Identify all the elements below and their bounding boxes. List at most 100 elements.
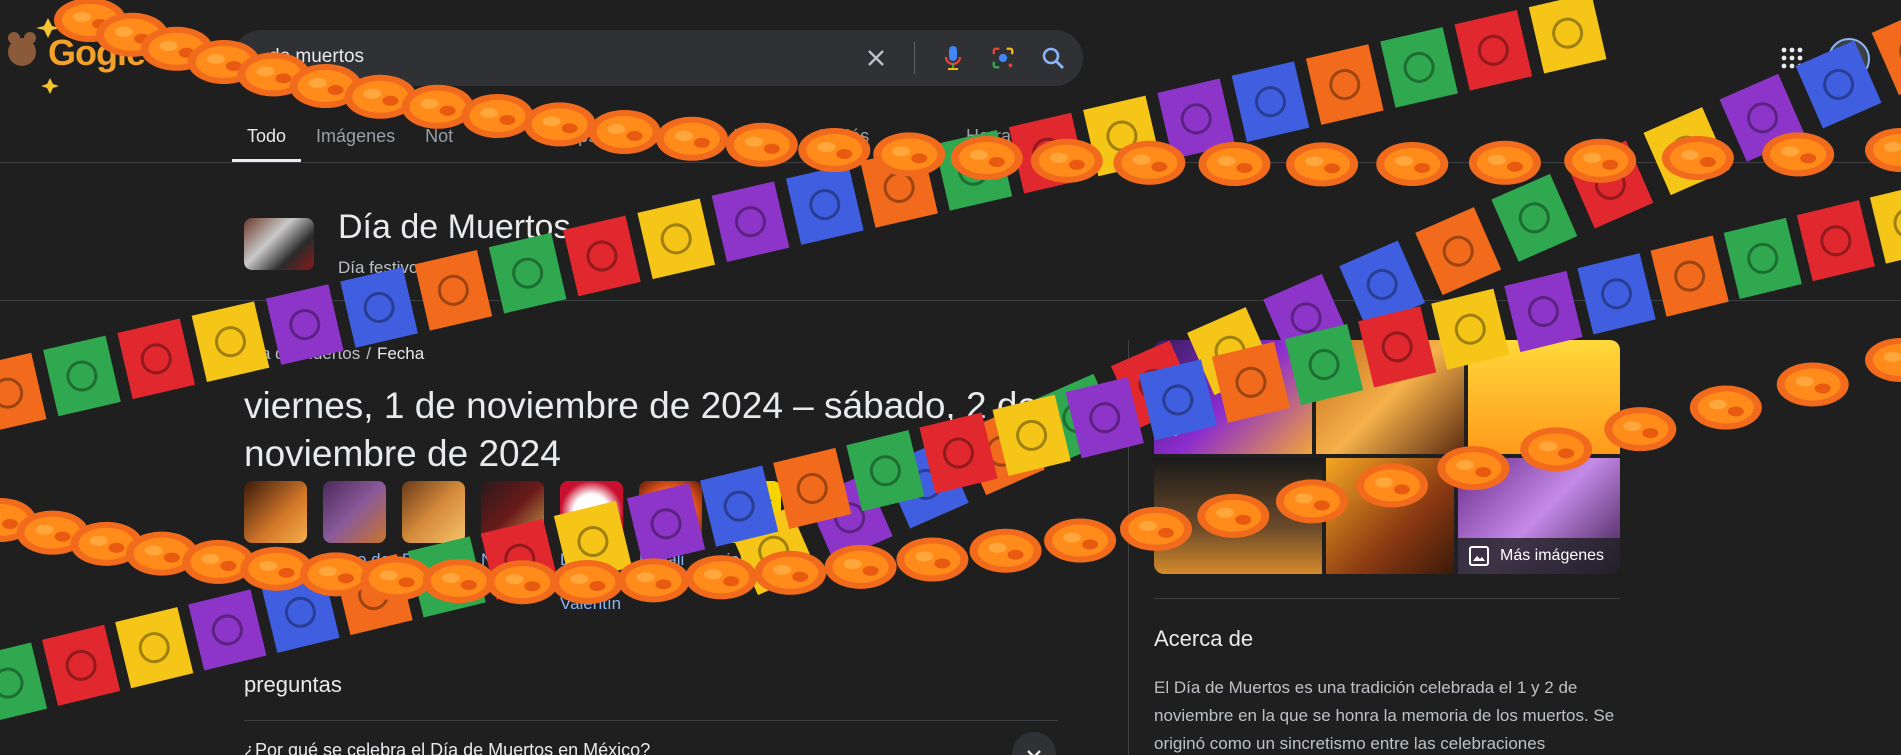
holiday-label: Día de San Valentín bbox=[560, 550, 622, 613]
marigold-flower bbox=[969, 528, 1042, 573]
papel-picado-cutout bbox=[140, 343, 172, 375]
papel-picado-cutout bbox=[1106, 120, 1138, 152]
marigold-flower bbox=[125, 531, 198, 576]
papel-picado-cutout bbox=[1893, 207, 1901, 239]
divider bbox=[244, 720, 1058, 721]
holiday-thumbnail: BLACK FRIDAY bbox=[718, 481, 781, 543]
tab-shopping[interactable]: Shopping bbox=[612, 112, 718, 162]
column-divider bbox=[1128, 340, 1129, 755]
about-title: Acerca de bbox=[1154, 626, 1254, 651]
tab-libros[interactable]: Libros bbox=[718, 112, 797, 162]
papel-picado-flag bbox=[806, 473, 893, 562]
divider bbox=[0, 300, 1901, 301]
close-icon[interactable] bbox=[864, 46, 888, 70]
tab-mas[interactable]: ⋮ Más bbox=[797, 112, 884, 162]
papel-picado-cutout bbox=[512, 257, 544, 289]
papel-picado-flag bbox=[1339, 240, 1426, 329]
avatar[interactable] bbox=[1828, 38, 1870, 80]
search-tabs: Todo Imágenes Not Maps Shopping Libros ⋮… bbox=[232, 112, 884, 162]
paa-question[interactable]: ¿Por qué se celebra el Día de Muertos en… bbox=[244, 740, 650, 755]
papel-picado-flag bbox=[1083, 95, 1161, 177]
papel-picado-cutout bbox=[1329, 69, 1361, 101]
papel-picado-cutout bbox=[1820, 225, 1852, 257]
holiday-label: Hallowe bbox=[244, 550, 305, 569]
papel-picado-cutout bbox=[957, 154, 989, 186]
tab-todo[interactable]: Todo bbox=[232, 112, 302, 162]
tab-hidden[interactable] bbox=[468, 112, 538, 162]
papel-picado-flag bbox=[1723, 217, 1802, 300]
papel-picado-cutout bbox=[289, 309, 321, 341]
tab-imagenes[interactable]: Imágenes bbox=[301, 112, 410, 162]
expand-button[interactable] bbox=[1012, 732, 1056, 755]
more-options-icon[interactable]: ⋮ bbox=[436, 256, 454, 277]
papel-picado-cutout bbox=[1670, 135, 1702, 167]
breadcrumb-separator: / bbox=[366, 344, 371, 363]
gallery-image[interactable] bbox=[1316, 340, 1464, 454]
apps-icon[interactable] bbox=[1780, 46, 1804, 70]
papel-picado-cutout bbox=[883, 171, 915, 203]
more-images-button[interactable]: Más imágenes bbox=[1454, 538, 1620, 574]
tools-button[interactable]: Herramientas bbox=[966, 126, 1074, 147]
papel-picado-cutout bbox=[586, 240, 618, 272]
papel-picado-cutout bbox=[735, 206, 767, 238]
papel-picado-cutout bbox=[1594, 168, 1626, 200]
papel-picado-flag bbox=[1869, 182, 1901, 264]
gallery-image[interactable] bbox=[1154, 458, 1322, 574]
search-icon[interactable] bbox=[1041, 46, 1065, 70]
papel-picado-cutout bbox=[1518, 202, 1550, 234]
holiday-item[interactable]: Navidad bbox=[481, 481, 544, 615]
marigold-flower bbox=[1198, 142, 1271, 186]
papel-picado-flag bbox=[340, 267, 418, 348]
holiday-thumbnail bbox=[244, 481, 307, 543]
holiday-thumbnail bbox=[481, 481, 544, 543]
papel-picado-cutout bbox=[0, 377, 24, 409]
lens-icon[interactable] bbox=[991, 46, 1015, 70]
people-also-ask-title: preguntas bbox=[244, 672, 342, 697]
tab-noticias[interactable]: Not bbox=[410, 112, 468, 162]
holiday-item[interactable]: Día de San Valentín bbox=[560, 481, 623, 615]
papel-picado-flag bbox=[1528, 0, 1607, 74]
entity-thumbnail[interactable] bbox=[244, 218, 314, 270]
marigold-flower bbox=[1286, 142, 1359, 187]
marigold-flower bbox=[1564, 138, 1637, 183]
holiday-item[interactable]: Cinco de bbox=[323, 481, 390, 615]
papel-picado-flag bbox=[117, 318, 196, 400]
breadcrumb-root[interactable]: Día de Muertos bbox=[244, 344, 360, 363]
entity-title: Día de Muertos bbox=[338, 208, 571, 246]
papel-picado-cutout bbox=[1180, 103, 1212, 135]
papel-picado-cutout bbox=[1366, 268, 1398, 300]
papel-picado-flag bbox=[1415, 207, 1502, 296]
image-icon bbox=[1469, 546, 1489, 566]
search-box[interactable]: de muertos bbox=[233, 30, 1083, 86]
papel-picado-cutout bbox=[215, 326, 247, 358]
papel-picado-flag bbox=[1231, 61, 1310, 143]
holiday-item[interactable]: Día de Acción bbox=[402, 481, 465, 615]
papel-picado-cutout bbox=[1089, 402, 1121, 434]
holiday-label: Cinco de bbox=[323, 550, 391, 569]
papel-picado-flag bbox=[637, 198, 716, 280]
holiday-item[interactable]: Diwali bbox=[639, 481, 702, 615]
papel-picado-cutout bbox=[1674, 260, 1706, 292]
papel-picado-flag bbox=[1796, 200, 1875, 282]
papel-picado-flag bbox=[711, 181, 790, 263]
gallery-image[interactable] bbox=[1326, 458, 1454, 574]
marigold-flower bbox=[1661, 136, 1734, 180]
holiday-item[interactable]: BLACK FRIDAY viernes negro bbox=[718, 481, 781, 615]
papel-picado-flag bbox=[115, 607, 194, 689]
papel-picado-flag bbox=[43, 335, 121, 417]
logo-text: Gogle bbox=[48, 32, 146, 73]
holiday-thumbnail bbox=[560, 481, 623, 543]
papel-picado-flag bbox=[1008, 112, 1087, 194]
papel-picado-cutout bbox=[65, 649, 97, 681]
holiday-label: Navidad bbox=[481, 550, 544, 569]
holiday-label: viernes negro bbox=[718, 550, 773, 591]
papel-picado-cutout bbox=[1062, 402, 1094, 434]
holiday-item[interactable]: Hallowe bbox=[244, 481, 307, 615]
gallery-image[interactable] bbox=[1468, 340, 1620, 454]
search-input[interactable]: de muertos bbox=[269, 46, 364, 68]
tab-maps[interactable]: Maps bbox=[538, 112, 612, 162]
mic-icon[interactable] bbox=[941, 46, 965, 70]
marigold-flower bbox=[1689, 385, 1762, 430]
doodle-logo[interactable]: Gogle bbox=[0, 0, 234, 100]
holiday-thumbnail bbox=[323, 481, 386, 543]
